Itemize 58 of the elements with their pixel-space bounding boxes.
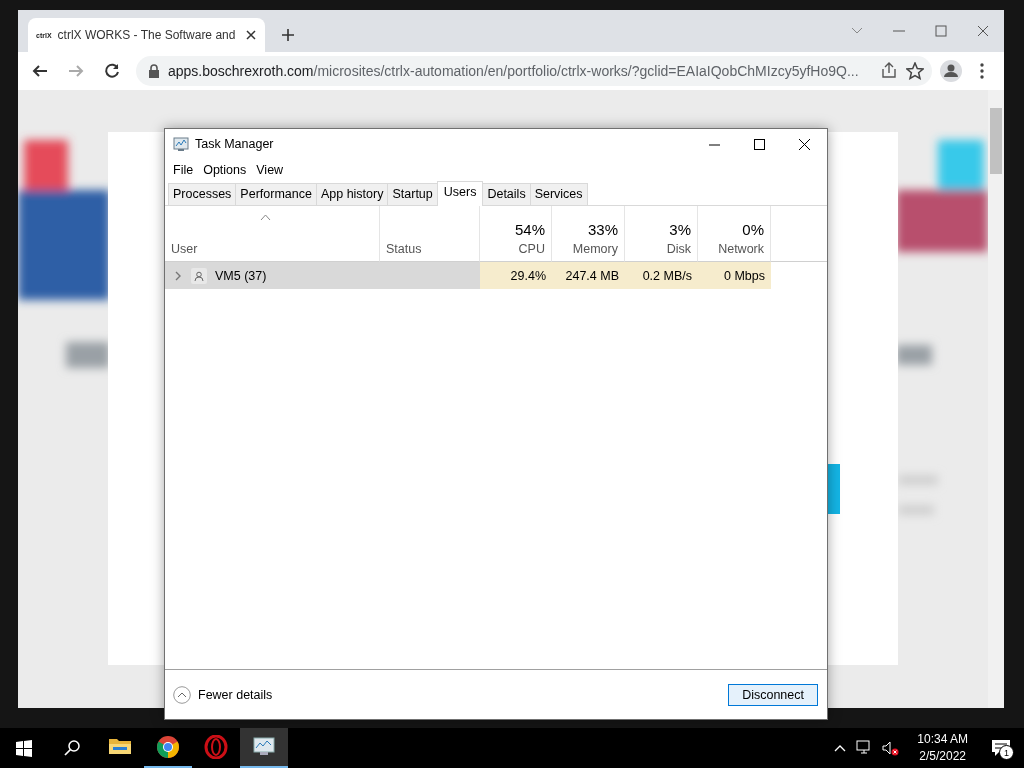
profile-avatar-icon[interactable]	[940, 60, 962, 82]
lock-icon	[148, 64, 160, 78]
clock[interactable]: 10:34 AM 2/5/2022	[917, 731, 968, 765]
muted-speaker-icon[interactable]	[882, 740, 900, 756]
share-icon[interactable]	[880, 62, 898, 80]
column-label: Memory	[572, 242, 618, 256]
disconnect-button[interactable]: Disconnect	[728, 683, 818, 706]
column-label: User	[171, 242, 199, 256]
menu-item[interactable]: Options	[198, 163, 252, 177]
reload-icon[interactable]	[103, 62, 121, 80]
user-icon	[191, 267, 207, 284]
windows-start-icon[interactable]	[16, 739, 32, 757]
table-cell: 29.4%	[480, 262, 552, 289]
opera-browser-icon	[204, 735, 228, 759]
close-icon[interactable]	[245, 29, 257, 41]
table-cell: 0.2 MB/s	[625, 262, 698, 289]
usage-percent: 33%	[587, 221, 618, 238]
tab[interactable]: Startup	[387, 183, 438, 205]
menu-item[interactable]: View	[251, 163, 289, 177]
column-label: Status	[386, 242, 423, 256]
column-label: Disk	[666, 242, 691, 256]
chevron-up-icon[interactable]	[834, 743, 847, 753]
user-row-cell[interactable]: VM5 (37)	[165, 262, 380, 289]
window-title: Task Manager	[195, 137, 274, 151]
usage-percent: 3%	[669, 221, 691, 238]
notification-count: 1	[999, 745, 1014, 760]
taskbar-app[interactable]	[240, 728, 288, 768]
address-bar[interactable]: apps.boschrexroth.com/microsites/ctrlx-automation/en/portfolio/ctrlx-works/?gclid=EAIaIQobChMIzcy5yfHo9Q...	[136, 56, 932, 86]
close-icon[interactable]	[799, 138, 810, 150]
menu-item[interactable]: File	[168, 163, 199, 177]
network-icon[interactable]	[856, 740, 873, 756]
notification-button[interactable]: 1	[986, 728, 1016, 768]
user-name: VM5 (37)	[215, 268, 267, 283]
tab-title: ctrlX WORKS - The Software and	[57, 28, 237, 42]
collapse-circle-icon[interactable]	[173, 685, 191, 704]
expand-chevron-icon[interactable]	[173, 270, 183, 281]
tab[interactable]: Processes	[168, 183, 237, 205]
fewer-details-link[interactable]: Fewer details	[198, 687, 273, 702]
usage-percent: 54%	[514, 221, 545, 238]
column-label: CPU	[518, 242, 545, 256]
star-icon[interactable]	[906, 62, 924, 80]
tab[interactable]: Users	[436, 181, 484, 206]
usage-percent: 0%	[742, 221, 764, 238]
url-text: apps.boschrexroth.com/microsites/ctrlx-automation/en/portfolio/ctrlx-works/?gclid=EAIaIQobChMIzcy5yfHo9Q...	[168, 63, 860, 79]
table-cell: 0 Mbps	[698, 262, 771, 289]
search-icon[interactable]	[64, 740, 80, 756]
chevron-down-icon[interactable]	[851, 27, 863, 35]
maximize-icon[interactable]	[754, 138, 765, 150]
tab[interactable]: Details	[482, 183, 531, 205]
scrollbar[interactable]	[988, 90, 1004, 708]
column-label: Network	[718, 242, 764, 256]
task-manager-icon	[173, 136, 189, 152]
chrome-browser-icon	[156, 735, 180, 759]
tab[interactable]: App history	[315, 183, 389, 205]
new-tab-icon[interactable]	[281, 28, 295, 42]
table-cell: 247.4 MB	[552, 262, 625, 289]
tab[interactable]: Performance	[235, 183, 317, 205]
tab[interactable]: Services	[529, 183, 588, 205]
